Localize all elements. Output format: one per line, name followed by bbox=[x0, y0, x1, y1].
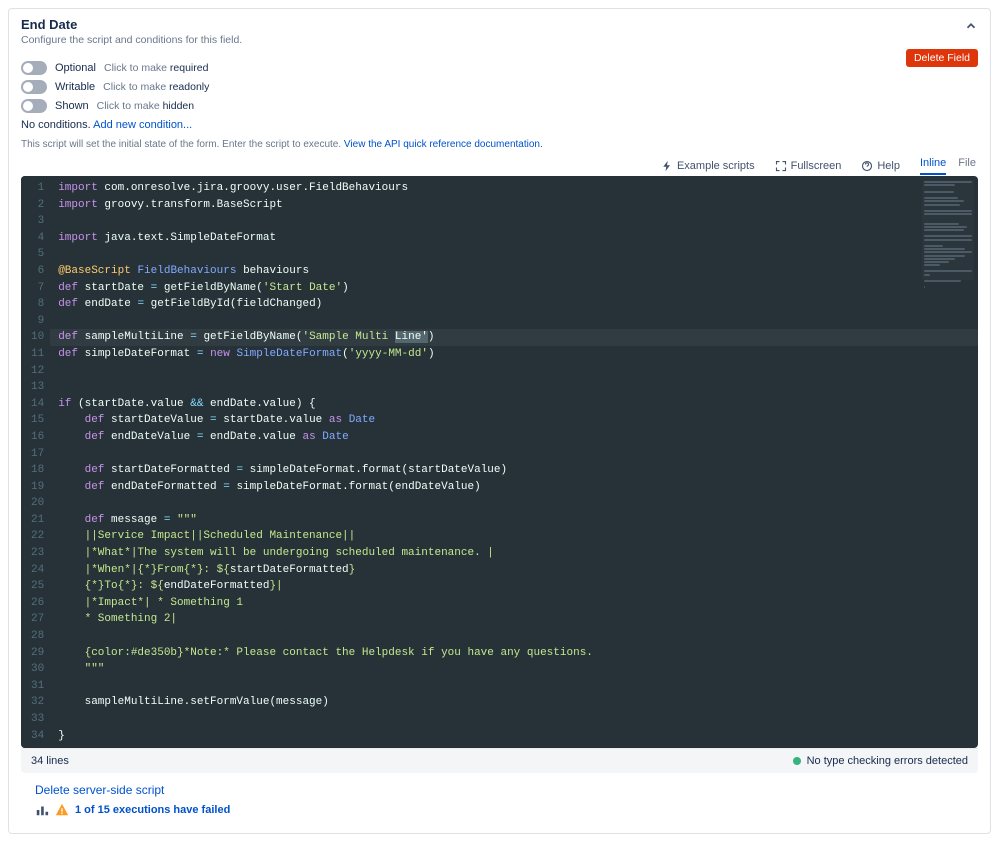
lightning-icon bbox=[661, 160, 673, 172]
editor-footer: 34 lines No type checking errors detecte… bbox=[21, 748, 978, 773]
help-button[interactable]: Help bbox=[853, 156, 908, 176]
status-ok: No type checking errors detected bbox=[793, 755, 968, 767]
help-icon bbox=[861, 160, 873, 172]
example-scripts-button[interactable]: Example scripts bbox=[653, 156, 763, 176]
fullscreen-icon bbox=[775, 160, 787, 172]
toggle-row-optional: Optional Click to make required bbox=[21, 61, 978, 75]
editor-tabs: Inline File bbox=[920, 157, 976, 175]
line-count: 34 lines bbox=[31, 755, 69, 767]
toggle-optional-label: Optional bbox=[55, 62, 96, 74]
toggle-shown-label: Shown bbox=[55, 100, 89, 112]
line-gutter: 1234567891011121314151617181920212223242… bbox=[21, 176, 50, 748]
execution-status: 1 of 15 executions have failed bbox=[21, 803, 978, 823]
status-text: No type checking errors detected bbox=[807, 755, 968, 767]
toggle-writable-label: Writable bbox=[55, 81, 95, 93]
field-subtitle: Configure the script and conditions for … bbox=[21, 34, 978, 46]
executions-failed-link[interactable]: 1 of 15 executions have failed bbox=[75, 804, 230, 816]
chart-icon[interactable] bbox=[35, 803, 49, 817]
toggle-row-writable: Writable Click to make readonly bbox=[21, 80, 978, 94]
bottom-actions: Delete server-side script bbox=[21, 773, 978, 803]
panel-header: End Date Configure the script and condit… bbox=[9, 9, 990, 56]
tab-inline[interactable]: Inline bbox=[920, 157, 946, 175]
toggle-row-shown: Shown Click to make hidden bbox=[21, 99, 978, 113]
fullscreen-button[interactable]: Fullscreen bbox=[767, 156, 850, 176]
conditions-row: No conditions. Add new condition... bbox=[21, 119, 978, 131]
field-title: End Date bbox=[21, 17, 978, 32]
collapse-icon[interactable] bbox=[964, 19, 978, 36]
panel-body: Optional Click to make required Writable… bbox=[9, 61, 990, 833]
tab-file[interactable]: File bbox=[958, 157, 976, 175]
conditions-text: No conditions. bbox=[21, 119, 93, 131]
toggle-optional-hint: Click to make required bbox=[104, 62, 208, 74]
ok-icon bbox=[793, 757, 801, 765]
script-hint: This script will set the initial state o… bbox=[21, 139, 978, 150]
field-config-panel: End Date Configure the script and condit… bbox=[8, 8, 991, 834]
warning-icon bbox=[55, 803, 69, 817]
delete-field-button[interactable]: Delete Field bbox=[906, 49, 978, 67]
editor-toolbar: Example scripts Fullscreen Help Inline F… bbox=[21, 156, 978, 176]
toggle-writable[interactable] bbox=[21, 80, 47, 94]
delete-server-script-link[interactable]: Delete server-side script bbox=[35, 783, 164, 797]
script-hint-text: This script will set the initial state o… bbox=[21, 139, 344, 150]
toggle-shown[interactable] bbox=[21, 99, 47, 113]
toggle-writable-hint: Click to make readonly bbox=[103, 81, 209, 93]
api-doc-link[interactable]: View the API quick reference documentati… bbox=[344, 139, 543, 150]
toggle-shown-hint: Click to make hidden bbox=[97, 100, 194, 112]
toggle-optional[interactable] bbox=[21, 61, 47, 75]
code-editor[interactable]: 1234567891011121314151617181920212223242… bbox=[21, 176, 978, 748]
code-area[interactable]: import com.onresolve.jira.groovy.user.Fi… bbox=[50, 176, 978, 748]
add-condition-link[interactable]: Add new condition... bbox=[93, 119, 192, 131]
